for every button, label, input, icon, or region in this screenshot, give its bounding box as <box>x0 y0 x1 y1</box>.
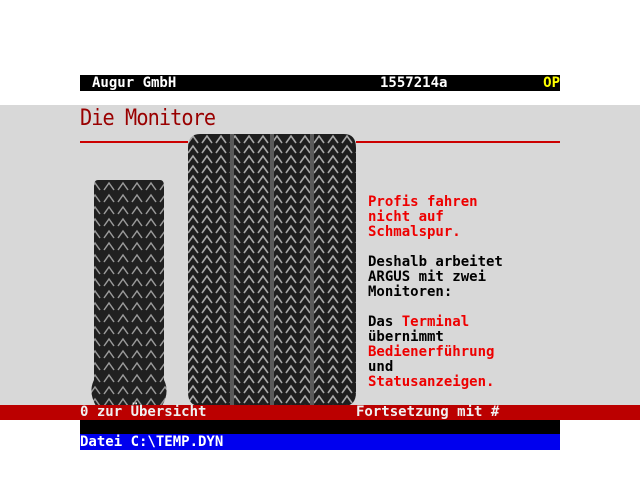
header-bar: Augur GmbH 1557214a OP <box>80 75 560 91</box>
overview-hint[interactable]: 0 zur Übersicht <box>80 405 206 420</box>
status-flag: OP <box>543 75 560 91</box>
narrow-tire-image <box>91 180 167 406</box>
title-rule-right <box>356 141 560 143</box>
wide-tire-image <box>188 134 356 406</box>
separator-bar <box>80 420 560 434</box>
page-code: 1557214a <box>380 75 448 91</box>
file-bar: Datei C:\TEMP.DYN <box>80 434 560 450</box>
file-label: Datei C:\TEMP.DYN <box>80 434 224 450</box>
page-title: Die Monitore <box>80 106 216 131</box>
terminal-term: Terminal <box>401 314 470 330</box>
title-rule-left <box>80 141 188 143</box>
info-text: Profis fahren nicht auf Schmalspur. Desh… <box>368 194 503 390</box>
navigation-bar: 0 zur Übersicht Fortsetzung mit # <box>0 405 640 420</box>
continue-hint[interactable]: Fortsetzung mit # <box>356 405 499 420</box>
company-name: Augur GmbH <box>92 75 177 91</box>
